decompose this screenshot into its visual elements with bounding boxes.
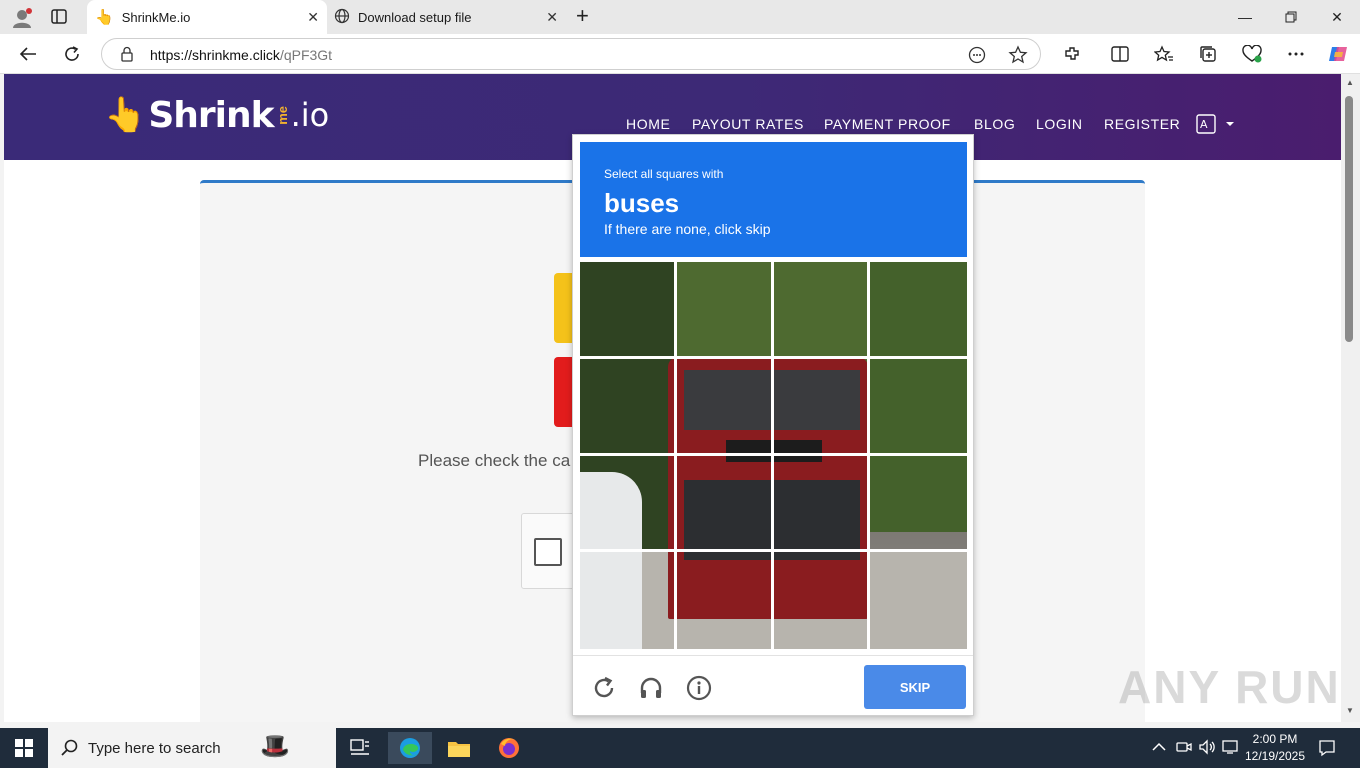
firefox-icon[interactable] — [487, 732, 531, 764]
new-tab-button[interactable]: + — [576, 3, 589, 29]
split-screen-icon[interactable] — [1106, 40, 1134, 68]
grid-tile[interactable] — [773, 358, 871, 456]
logo-text: Shrink — [148, 94, 274, 136]
tab-shrinkme[interactable]: 👆 ShrinkMe.io ✕ — [87, 0, 327, 34]
captcha-prompt-text: Please check the ca — [418, 451, 571, 470]
page-scrollbar[interactable]: ▲ ▼ — [1341, 74, 1360, 722]
skip-button[interactable]: SKIP — [864, 665, 966, 709]
captcha-challenge: Select all squares with buses If there a… — [572, 134, 974, 716]
nav-blog[interactable]: BLOG — [974, 116, 1015, 132]
browser-titlebar: 👆 ShrinkMe.io ✕ Download setup file ✕ + … — [0, 0, 1360, 34]
tab-actions-icon[interactable] — [50, 8, 70, 26]
back-button[interactable] — [14, 40, 42, 68]
favorite-star-icon[interactable] — [1008, 45, 1028, 70]
clock-date: 12/19/2025 — [1244, 749, 1306, 763]
grid-tile[interactable] — [870, 456, 967, 553]
edge-taskbar-icon[interactable] — [388, 732, 432, 764]
url-text[interactable]: https://shrinkme.click/qPF3Gt — [150, 47, 332, 63]
hand-pointer-icon: 👆 — [95, 9, 114, 26]
reload-challenge-icon[interactable] — [590, 674, 618, 702]
grid-tile[interactable] — [676, 455, 774, 553]
grid-tile[interactable] — [870, 359, 967, 456]
logo-io: .io — [290, 96, 330, 134]
grid-tile[interactable] — [774, 552, 871, 649]
close-tab-icon[interactable]: ✕ — [307, 9, 319, 26]
favorites-icon[interactable] — [1150, 40, 1178, 68]
grid-tile[interactable] — [580, 455, 677, 553]
grid-tile[interactable] — [676, 358, 774, 456]
extensions-icon[interactable] — [1058, 40, 1086, 68]
challenge-target: buses — [604, 188, 680, 218]
globe-icon — [334, 8, 350, 27]
tab-label: ShrinkMe.io — [121, 9, 191, 25]
nav-payment-proof[interactable]: PAYMENT PROOF — [824, 116, 951, 132]
nav-home[interactable]: HOME — [626, 116, 670, 132]
grid-tile[interactable] — [676, 262, 774, 359]
show-hidden-icons-icon[interactable] — [1152, 740, 1166, 754]
profile-icon[interactable] — [10, 6, 34, 30]
browser-toolbar: https://shrinkme.click/qPF3Gt — [0, 34, 1360, 74]
clock-time: 2:00 PM — [1252, 732, 1298, 746]
nav-payout-rates[interactable]: PAYOUT RATES — [692, 116, 804, 132]
grid-tile[interactable] — [870, 262, 967, 359]
challenge-subtext: If there are none, click skip — [604, 221, 771, 237]
grid-tile[interactable] — [580, 262, 677, 359]
windows-logo-icon — [15, 739, 33, 757]
reader-mode-icon[interactable] — [968, 46, 986, 69]
search-highlight-icon: 🎩 — [260, 733, 290, 760]
grid-tile[interactable] — [580, 552, 677, 649]
network-icon[interactable] — [1222, 739, 1240, 760]
grid-tile[interactable] — [773, 262, 871, 359]
copilot-icon[interactable] — [1324, 40, 1352, 68]
search-placeholder: Type here to search — [88, 740, 221, 757]
url-host: https://shrinkme.click — [150, 47, 280, 63]
audio-challenge-icon[interactable] — [637, 674, 665, 702]
close-tab-icon[interactable]: ✕ — [546, 9, 558, 26]
taskbar-search[interactable]: Type here to search 🎩 — [48, 728, 336, 768]
info-icon[interactable] — [685, 674, 713, 702]
scroll-down-arrow-icon[interactable]: ▼ — [1346, 706, 1354, 715]
challenge-image-grid — [580, 262, 967, 649]
grid-tile[interactable] — [677, 552, 774, 649]
svg-text:A: A — [1200, 118, 1208, 131]
shrinkme-logo[interactable]: 👆 Shrink me .io — [104, 90, 329, 140]
minimize-button[interactable]: — — [1222, 4, 1268, 30]
task-view-icon[interactable] — [338, 732, 382, 764]
language-icon[interactable]: A — [1196, 114, 1236, 139]
collections-icon[interactable] — [1194, 40, 1222, 68]
tab-download-setup[interactable]: Download setup file ✕ — [330, 0, 566, 34]
url-path: /qPF3Gt — [279, 47, 333, 63]
file-explorer-icon[interactable] — [437, 732, 481, 764]
browser-essentials-icon[interactable] — [1238, 40, 1266, 68]
notifications-icon[interactable] — [1318, 739, 1336, 762]
more-menu-icon[interactable] — [1282, 40, 1310, 68]
restore-button[interactable] — [1268, 4, 1314, 30]
windows-taskbar: Type here to search 🎩 2:00 PM 12/19/2025 — [0, 728, 1360, 768]
anyrun-watermark: ANY RUN — [1118, 661, 1341, 713]
grid-tile[interactable] — [870, 552, 967, 649]
challenge-header: Select all squares with buses If there a… — [580, 142, 967, 257]
scroll-thumb[interactable] — [1345, 96, 1353, 342]
lock-icon[interactable] — [120, 46, 134, 67]
challenge-instruction: Select all squares with — [604, 167, 724, 181]
refresh-button[interactable] — [58, 40, 86, 68]
meet-now-icon[interactable] — [1176, 739, 1192, 760]
taskbar-clock[interactable]: 2:00 PM 12/19/2025 — [1244, 731, 1306, 765]
nav-login[interactable]: LOGIN — [1036, 116, 1083, 132]
search-icon — [60, 739, 78, 762]
hand-logo-icon: 👆 — [104, 96, 147, 134]
grid-tile[interactable] — [773, 455, 871, 553]
tab-label: Download setup file — [358, 9, 472, 25]
volume-icon[interactable] — [1198, 739, 1216, 760]
close-window-button[interactable]: ✕ — [1314, 4, 1360, 30]
start-button[interactable] — [0, 728, 48, 768]
captcha-checkbox[interactable] — [534, 538, 562, 566]
scroll-up-arrow-icon[interactable]: ▲ — [1346, 78, 1354, 87]
nav-register[interactable]: REGISTER — [1104, 116, 1180, 132]
address-bar[interactable]: https://shrinkme.click/qPF3Gt — [101, 38, 1041, 70]
grid-tile[interactable] — [580, 358, 677, 456]
challenge-footer: SKIP — [573, 655, 973, 716]
logo-me: me — [274, 105, 290, 125]
